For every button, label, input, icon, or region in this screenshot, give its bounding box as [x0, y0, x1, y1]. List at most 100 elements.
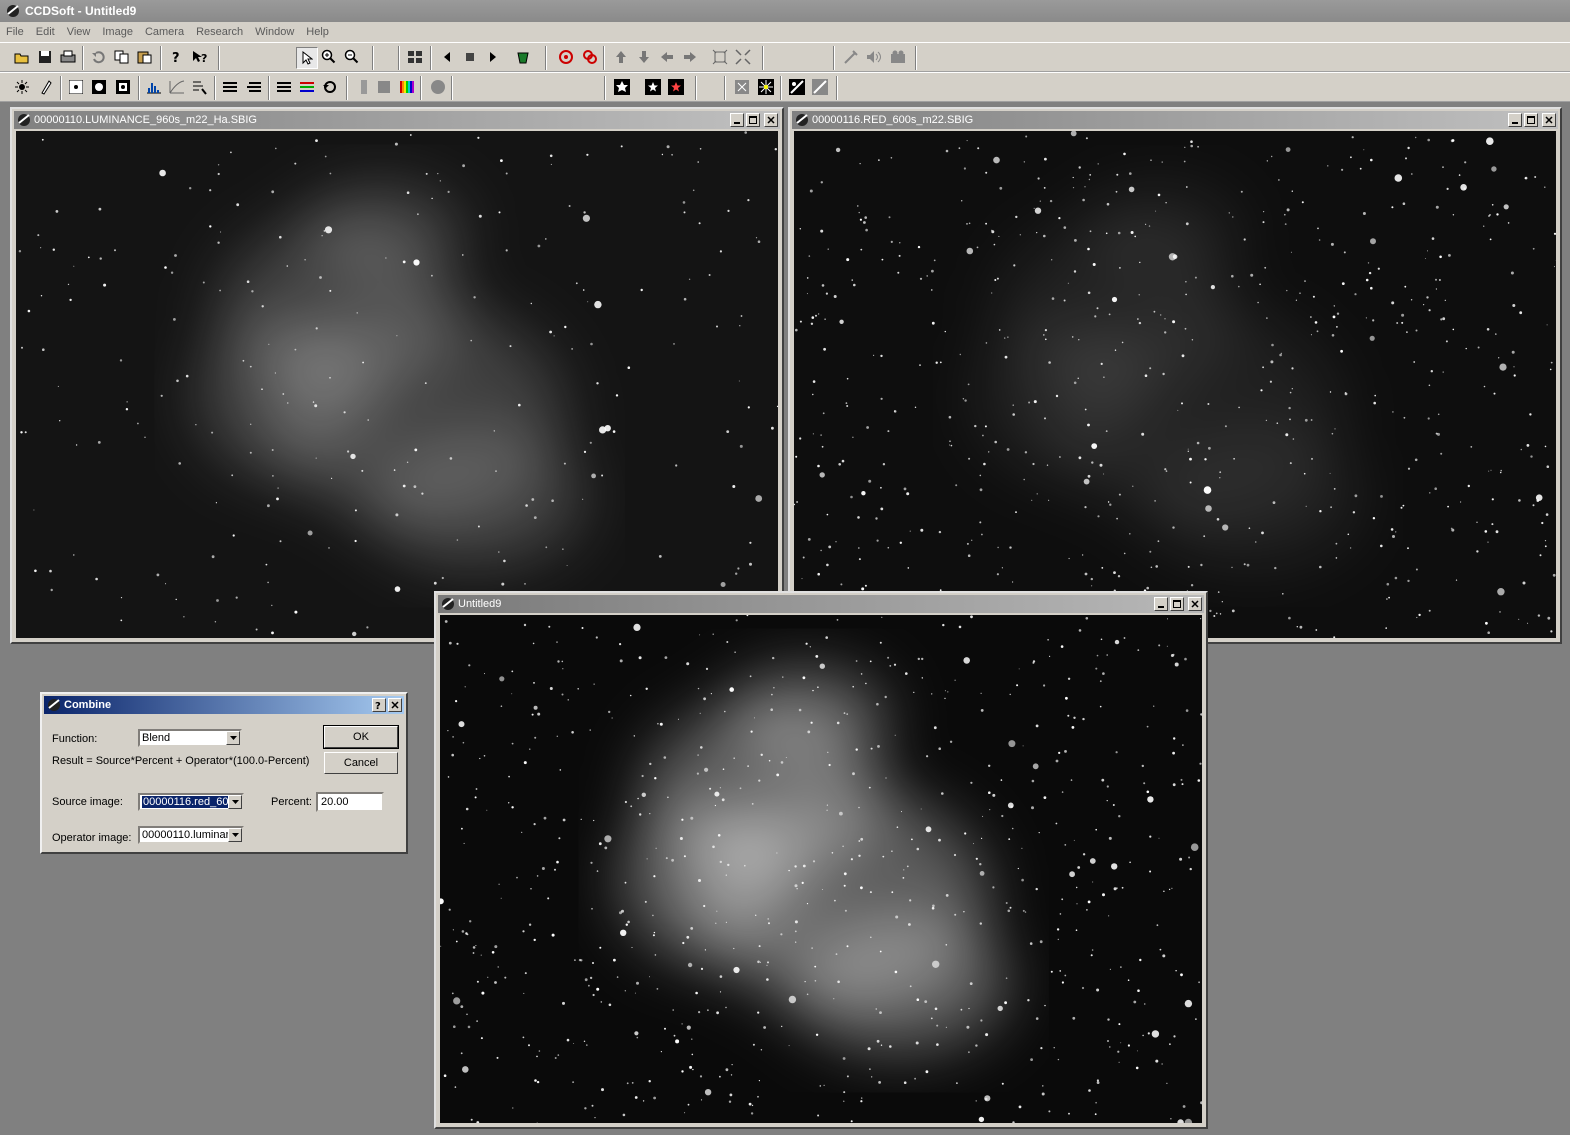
help-button[interactable]: ? — [372, 698, 386, 712]
menu-camera[interactable]: Camera — [139, 22, 190, 42]
image-canvas[interactable] — [440, 615, 1202, 1123]
menu-window[interactable]: Window — [249, 22, 300, 42]
maximize-button[interactable] — [1170, 597, 1184, 611]
align-icon[interactable] — [244, 77, 264, 97]
sparkle-icon[interactable] — [756, 77, 776, 97]
close-button[interactable] — [388, 698, 402, 712]
square-spot-icon[interactable] — [113, 77, 133, 97]
window-title-bar[interactable]: Untitled9 — [438, 595, 1204, 613]
image-canvas[interactable] — [16, 131, 778, 638]
operator-image-select[interactable]: 00000110.luminar — [138, 826, 244, 844]
stop-icon[interactable] — [460, 47, 480, 67]
brightness-icon[interactable] — [12, 77, 32, 97]
window-title: Untitled9 — [458, 598, 502, 610]
prev-icon[interactable] — [437, 47, 457, 67]
context-help-icon[interactable]: ? — [190, 47, 210, 67]
dialog-title: Combine — [64, 699, 112, 711]
close-button[interactable] — [764, 113, 778, 127]
histogram-icon[interactable] — [144, 77, 164, 97]
combine-dialog[interactable]: Combine ? Function: Blend Result = Sourc… — [40, 692, 408, 854]
nebula-image — [16, 131, 778, 638]
zoom-in-icon[interactable] — [319, 47, 339, 67]
diag2-icon[interactable] — [810, 77, 830, 97]
pointer-icon[interactable] — [296, 47, 318, 69]
minimize-button[interactable] — [1508, 113, 1522, 127]
star-enhance-icon[interactable] — [612, 77, 632, 97]
star-field-image — [794, 131, 1556, 638]
menu-image[interactable]: Image — [96, 22, 139, 42]
menu-view[interactable]: View — [61, 22, 97, 42]
maximize-button[interactable] — [746, 113, 760, 127]
right-arrow-icon[interactable] — [680, 47, 700, 67]
result-window[interactable]: Untitled9 — [434, 591, 1208, 1129]
gray-square-icon[interactable] — [374, 77, 394, 97]
star-square-icon[interactable] — [643, 77, 663, 97]
close-button[interactable] — [1542, 113, 1556, 127]
tool-icon[interactable] — [841, 47, 861, 67]
chevron-down-icon[interactable] — [228, 828, 242, 842]
crop-icon[interactable] — [710, 47, 730, 67]
help-icon[interactable]: ? — [166, 47, 186, 67]
dialog-title-bar[interactable]: Combine ? — [44, 696, 404, 714]
close-button[interactable] — [1188, 597, 1202, 611]
left-arrow-icon[interactable] — [657, 47, 677, 67]
gray-bar-icon[interactable] — [354, 77, 374, 97]
red-window[interactable]: 00000116.RED_600s_m22.SBIG — [788, 107, 1562, 644]
camera-icon[interactable] — [888, 47, 908, 67]
paste-icon[interactable] — [135, 47, 155, 67]
chevron-down-icon[interactable] — [226, 731, 240, 745]
menu-edit[interactable]: Edit — [30, 22, 61, 42]
undo-icon[interactable] — [88, 47, 108, 67]
print-icon[interactable] — [58, 47, 78, 67]
up-arrow-icon[interactable] — [611, 47, 631, 67]
circle-icon[interactable] — [428, 77, 448, 97]
menu-file[interactable]: File — [0, 22, 30, 42]
app-title-bar: CCDSoft - Untitled9 — [0, 0, 1570, 22]
resize-icon[interactable] — [733, 47, 753, 67]
stack-icon[interactable] — [220, 77, 240, 97]
bucket-icon[interactable] — [513, 47, 533, 67]
copy-icon[interactable] — [112, 47, 132, 67]
minimize-button[interactable] — [730, 113, 744, 127]
window-title-bar[interactable]: 00000116.RED_600s_m22.SBIG — [792, 111, 1558, 129]
luminance-window[interactable]: 00000110.LUMINANCE_960s_m22_Ha.SBIG — [10, 107, 784, 644]
ok-button[interactable]: OK — [323, 725, 399, 749]
chevron-down-icon[interactable] — [228, 795, 242, 809]
diag-icon[interactable] — [787, 77, 807, 97]
menu-research[interactable]: Research — [190, 22, 249, 42]
red-star-icon[interactable] — [666, 77, 686, 97]
tile-icon[interactable] — [405, 47, 425, 67]
double-target-icon[interactable] — [580, 47, 600, 67]
function-select[interactable]: Blend — [138, 729, 242, 747]
dot-icon[interactable] — [66, 77, 86, 97]
color-stack-icon[interactable] — [297, 77, 317, 97]
maximize-button[interactable] — [1524, 113, 1538, 127]
sound-icon[interactable] — [864, 47, 884, 67]
stack2-icon[interactable] — [274, 77, 294, 97]
open-icon[interactable] — [12, 47, 32, 67]
target-icon[interactable] — [556, 47, 576, 67]
curve-icon[interactable] — [167, 77, 187, 97]
menu-help[interactable]: Help — [300, 22, 335, 42]
source-image-select[interactable]: 00000116.red_60 — [138, 793, 244, 811]
image-canvas[interactable] — [794, 131, 1556, 638]
down-arrow-icon[interactable] — [634, 47, 654, 67]
formula-text: Result = Source*Percent + Operator*(100.… — [52, 755, 310, 767]
percent-input[interactable]: 20.00 — [316, 792, 384, 812]
cancel-button[interactable]: Cancel — [324, 752, 398, 774]
x-square-icon[interactable] — [732, 77, 752, 97]
save-icon[interactable] — [35, 47, 55, 67]
window-title: 00000110.LUMINANCE_960s_m22_Ha.SBIG — [34, 114, 257, 126]
minimize-button[interactable] — [1154, 597, 1168, 611]
menu-bar: File Edit View Image Camera Research Win… — [0, 22, 1570, 42]
levels-icon[interactable] — [190, 77, 210, 97]
window-title-bar[interactable]: 00000110.LUMINANCE_960s_m22_Ha.SBIG — [14, 111, 780, 129]
rainbow-icon[interactable] — [397, 77, 417, 97]
rotate-icon[interactable] — [320, 77, 340, 97]
zoom-out-icon[interactable] — [342, 47, 362, 67]
svg-text:?: ? — [375, 701, 381, 710]
source-image-value: 00000116.red_60 — [142, 796, 230, 808]
tube-icon[interactable] — [35, 77, 55, 97]
next-icon[interactable] — [483, 47, 503, 67]
spot-icon[interactable] — [89, 77, 109, 97]
